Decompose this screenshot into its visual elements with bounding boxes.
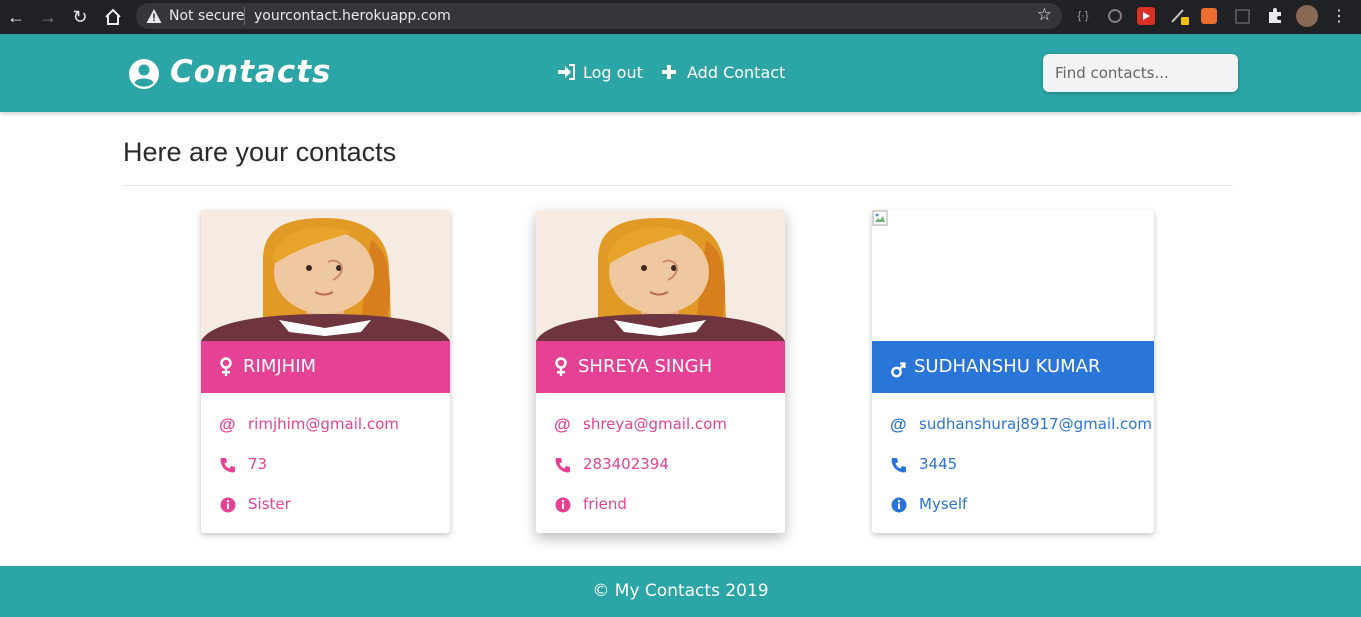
profile-avatar[interactable] bbox=[1296, 5, 1318, 27]
female-icon bbox=[220, 357, 232, 376]
contact-card[interactable]: RIMJHIM @ rimjhim@gmail.com 73 Sister bbox=[201, 210, 450, 533]
contact-name: SUDHANSHU KUMAR bbox=[914, 356, 1101, 377]
extensions-puzzle-icon[interactable] bbox=[1265, 6, 1285, 26]
contact-email-row: @ shreya@gmail.com bbox=[554, 415, 785, 435]
contact-phone: 73 bbox=[248, 455, 268, 473]
sign-in-icon bbox=[558, 64, 575, 80]
contact-card[interactable]: SUDHANSHU KUMAR @ sudhanshuraj8917@gmail… bbox=[872, 210, 1154, 533]
at-icon: @ bbox=[219, 415, 236, 434]
extension-edit-icon[interactable] bbox=[1233, 6, 1253, 26]
contact-name: SHREYA SINGH bbox=[578, 356, 713, 377]
contact-relation-row: Sister bbox=[219, 495, 450, 515]
extension-pen-icon[interactable] bbox=[1169, 6, 1189, 26]
contact-relation: Myself bbox=[919, 495, 968, 513]
contact-email[interactable]: rimjhim@gmail.com bbox=[248, 415, 399, 433]
menu-kebab-icon[interactable]: ⋮ bbox=[1327, 5, 1351, 29]
extension-play-icon[interactable] bbox=[1137, 7, 1155, 25]
phone-icon bbox=[891, 458, 906, 473]
logout-label: Log out bbox=[583, 63, 643, 82]
warning-icon bbox=[146, 9, 162, 23]
info-icon bbox=[891, 497, 907, 513]
info-icon bbox=[555, 497, 571, 513]
at-icon: @ bbox=[890, 415, 907, 434]
contact-email-row: @ rimjhim@gmail.com bbox=[219, 415, 450, 435]
contact-name: RIMJHIM bbox=[243, 356, 317, 377]
page-footer: © My Contacts 2019 bbox=[0, 566, 1361, 617]
home-icon[interactable] bbox=[101, 5, 125, 29]
broken-image-icon bbox=[872, 210, 888, 226]
search-input[interactable] bbox=[1043, 54, 1238, 92]
url-text: yourcontact.herokuapp.com bbox=[254, 8, 451, 24]
extension-code-icon[interactable]: {·} bbox=[1073, 6, 1093, 26]
contact-phone-row: 3445 bbox=[890, 455, 1130, 475]
reload-icon[interactable]: ↻ bbox=[68, 5, 92, 29]
add-contact-label: Add Contact bbox=[687, 63, 786, 82]
contact-email-row: @ sudhanshuraj8917@gmail.com bbox=[890, 415, 1152, 435]
extension-badge-icon[interactable] bbox=[1201, 8, 1217, 24]
contact-relation: friend bbox=[583, 495, 627, 513]
browser-toolbar: ← → ↻ Not secure yourcontact.herokuapp.c… bbox=[0, 0, 1361, 34]
contact-header: RIMJHIM bbox=[201, 341, 450, 393]
phone-icon bbox=[555, 458, 570, 473]
security-label: Not secure bbox=[169, 8, 245, 24]
contact-phone-row: 283402394 bbox=[554, 455, 785, 475]
contact-relation: Sister bbox=[248, 495, 291, 513]
bookmark-star-icon[interactable]: ☆ bbox=[1037, 5, 1052, 25]
plus-icon bbox=[662, 65, 676, 79]
contact-email[interactable]: shreya@gmail.com bbox=[583, 415, 727, 433]
title-divider bbox=[123, 185, 1233, 186]
contact-header: SUDHANSHU KUMAR bbox=[872, 341, 1154, 393]
omnibox-divider bbox=[244, 7, 245, 25]
contact-email[interactable]: sudhanshuraj8917@gmail.com bbox=[919, 415, 1152, 433]
forward-icon[interactable]: → bbox=[36, 5, 60, 29]
contact-header: SHREYA SINGH bbox=[536, 341, 785, 393]
at-icon: @ bbox=[554, 415, 571, 434]
contact-phone: 283402394 bbox=[583, 455, 669, 473]
extension-sync-icon[interactable] bbox=[1105, 6, 1125, 26]
female-icon bbox=[555, 357, 567, 376]
contact-phone-row: 73 bbox=[219, 455, 450, 475]
brand-title: Contacts bbox=[170, 54, 332, 90]
contact-relation-row: Myself bbox=[890, 495, 1130, 515]
info-icon bbox=[220, 497, 236, 513]
contact-card[interactable]: SHREYA SINGH @ shreya@gmail.com 28340239… bbox=[536, 210, 785, 533]
page-title: Here are your contacts bbox=[123, 137, 397, 167]
male-icon bbox=[891, 362, 906, 378]
footer-copyright: © My Contacts 2019 bbox=[592, 581, 769, 601]
contact-phone: 3445 bbox=[919, 455, 958, 473]
contact-avatar bbox=[872, 210, 1154, 341]
contact-avatar bbox=[536, 210, 785, 341]
contact-relation-row: friend bbox=[554, 495, 785, 515]
back-icon[interactable]: ← bbox=[4, 5, 28, 29]
phone-icon bbox=[220, 458, 235, 473]
address-bar[interactable]: Not secure yourcontact.herokuapp.com ☆ bbox=[136, 3, 1062, 29]
contact-avatar bbox=[201, 210, 450, 341]
user-circle-icon bbox=[129, 59, 159, 89]
